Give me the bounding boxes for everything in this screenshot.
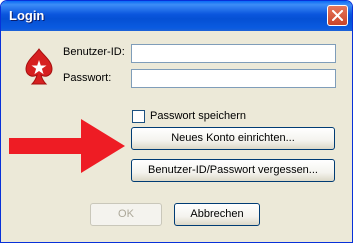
close-icon	[332, 10, 343, 21]
red-arrow-annotation-icon	[9, 119, 125, 173]
window-title: Login	[9, 8, 45, 23]
user-id-input[interactable]	[131, 44, 336, 63]
spade-star-logo-icon	[25, 48, 53, 85]
cancel-button[interactable]: Abbrechen	[174, 203, 260, 226]
password-label: Passwort:	[63, 72, 112, 84]
new-account-button[interactable]: Neues Konto einrichten...	[131, 127, 335, 150]
ok-button[interactable]: OK	[90, 203, 162, 226]
user-id-label: Benutzer-ID:	[63, 46, 125, 58]
forgot-credentials-button[interactable]: Benutzer-ID/Passwort vergessen...	[131, 159, 335, 182]
password-input[interactable]	[131, 69, 336, 88]
remember-password-checkbox[interactable]	[132, 110, 145, 123]
close-button[interactable]	[327, 5, 348, 26]
title-bar[interactable]: Login	[1, 1, 352, 31]
remember-password-label[interactable]: Passwort speichern	[150, 110, 246, 122]
